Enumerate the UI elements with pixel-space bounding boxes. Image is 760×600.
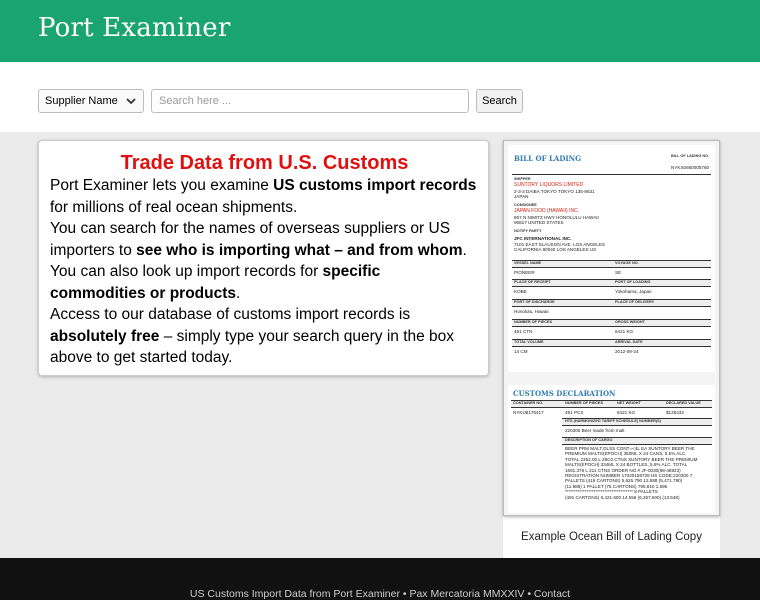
field-label: PORT OF LOADING [615,280,651,284]
bill-of-lading-image[interactable]: BILL OF LADING BILL OF LADING NO. NYKS06… [503,140,720,516]
footer-text[interactable]: US Customs Import Data from Port Examine… [0,588,760,600]
header-bar: Port Examiner [0,0,760,62]
field-value: 6421 KG [617,410,636,415]
text: Access to our database of customs import… [50,306,411,323]
field-label: DECLARED VALUE [666,401,701,405]
table-header-row [512,260,711,268]
chevron-down-icon [126,98,136,105]
field-value: KOBE [514,289,527,294]
field-label: SHIPPER [514,177,531,181]
field-value: 220300 Beer made from malt [565,428,625,433]
field-value: 491 CTN [514,329,533,334]
field-value: CALIFORNIA 90040 LOS ANGELES US [514,247,597,252]
text: . [462,241,467,259]
intro-title: Trade Data from U.S. Customs [120,152,409,174]
site-logo[interactable]: Port Examiner [38,13,231,43]
field-label: CONTAINER NO. [513,401,544,405]
customs-declaration-page: CUSTOMS DECLARATION CONTAINER NO. NUMBER… [508,385,715,513]
field-value: JFC INTERNATIONAL INC. [514,236,572,241]
search-type-select[interactable]: Supplier Name [38,89,144,113]
field-value: JAPAN [514,194,529,199]
field-value: 96817 UNITED STATES [514,220,564,225]
text: Port Examiner lets you examine [50,177,274,194]
field-value: JAPAN FOOD (HAWAII) INC. [514,208,580,214]
customs-title: CUSTOMS DECLARATION [513,389,616,398]
field-value: NYKS0660005760 [671,165,710,170]
field-label: VOYAGE NO. [615,261,639,265]
field-label: NUMBER OF PIECES [565,401,603,405]
field-label: NET WEIGHT [617,401,641,405]
field-label: PORT OF DISCHARGE [514,300,555,304]
divider [512,174,711,175]
field-label: PLACE OF RECEIPT [514,280,551,284]
intro-card: Trade Data from U.S. Customs Port Examin… [38,140,489,376]
text: for millions of real ocean shipments. [50,198,298,216]
intro-paragraph: You can search for the names of overseas… [50,218,480,261]
field-label: NOTIFY PARTY [514,229,542,233]
cargo-line: (491 CARTONS) 6,421.600 14.556 (6,267.60… [565,494,680,500]
field-label: ARRIVAL DATE [615,340,643,344]
emphasis: absolutely free [50,327,160,345]
search-button[interactable]: Search [476,89,523,113]
intro-paragraph: You can also look up import records for … [50,261,480,304]
field-value: 14 CM [514,349,528,354]
field-label: HTS (HARMONIZED TARIFF SCHEDULE) NUMBER(… [565,419,661,423]
field-label: NUMBER OF PIECES [514,320,552,324]
field-value: Honolulu, Hawaii [514,309,549,314]
field-label: CONSIGNEE [514,203,537,207]
field-label: GROSS WEIGHT [615,320,645,324]
field-value: 491 PCS [565,410,584,415]
search-type-value: Supplier Name [45,95,118,107]
field-label: TOTAL VOLUME [514,340,544,344]
field-label: BILL OF LADING NO. [671,154,710,158]
main-content: Trade Data from U.S. Customs Port Examin… [0,132,760,558]
field-value: PIONEER [514,270,535,275]
emphasis: see who is importing what – and from who… [136,241,463,259]
field-value: $128432 [666,410,684,415]
sample-caption: Example Ocean Bill of Lading Copy [521,531,702,543]
field-value: SUNTORY LIQUORS LIMITED [514,182,584,188]
field-value: SE [615,270,622,275]
intro-paragraph: Port Examiner lets you examine US custom… [50,175,480,218]
bill-of-lading-page: BILL OF LADING BILL OF LADING NO. NYKS06… [508,145,715,372]
field-label: PLACE OF DELIVERY [615,300,655,304]
field-value: 6421 KG [615,329,634,334]
intro-paragraph: Access to our database of customs import… [50,304,480,369]
field-value: NYKU8176417 [513,410,544,415]
field-value: Yokohama, Japan [615,289,652,294]
emphasis: US customs import records [273,177,477,194]
search-input[interactable]: Search here ... [151,89,469,113]
field-value: 2012-09-24 [615,349,639,354]
footer: US Customs Import Data from Port Examine… [0,558,760,600]
intro-body: Port Examiner lets you examine US custom… [50,175,480,369]
field-label: DESCRIPTION OF CARGO [565,438,613,442]
text: . [236,284,241,302]
bol-title: BILL OF LADING [514,154,582,163]
search-bar: Supplier Name Search here ... Search [0,62,760,132]
sample-document-panel: BILL OF LADING BILL OF LADING NO. NYKS06… [503,140,720,558]
text: You can also look up import records for [50,263,323,280]
field-label: VESSEL NAME [514,261,542,265]
